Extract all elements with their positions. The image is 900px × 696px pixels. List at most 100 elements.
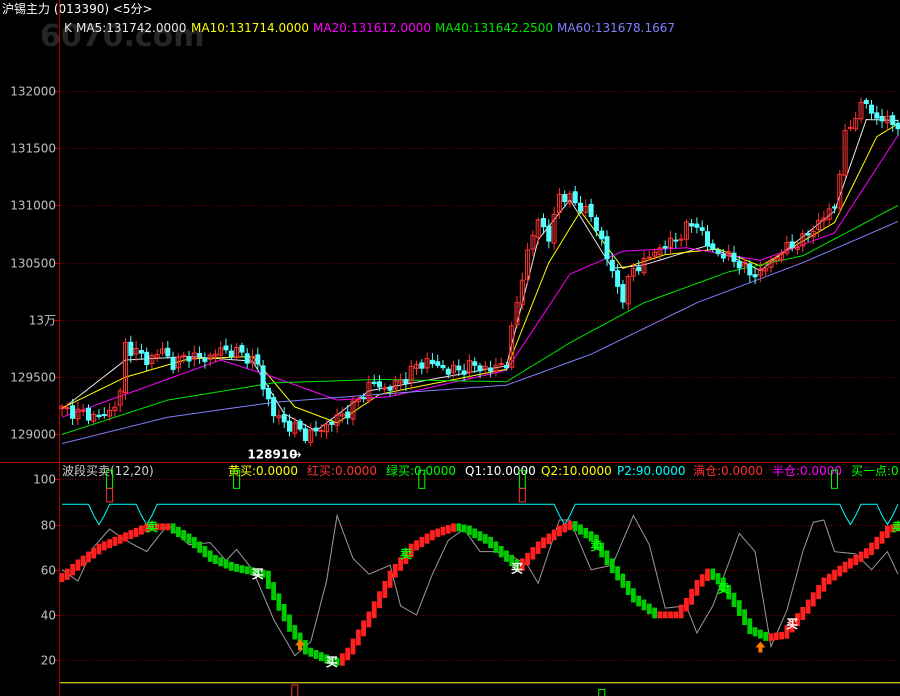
candle-body — [662, 246, 668, 249]
band-bar-up — [768, 633, 774, 641]
candle-body — [678, 238, 684, 241]
band-bar-up — [445, 525, 451, 534]
ma-legend-item: MA20:131612.0000 — [313, 21, 431, 35]
candle-body — [546, 225, 552, 242]
band-bar-up — [530, 547, 536, 560]
candle-body — [228, 350, 234, 358]
band-bar-down — [276, 593, 282, 611]
candle-body — [440, 365, 446, 369]
candle-body — [541, 218, 546, 228]
candle-body — [197, 353, 203, 357]
candle-body — [789, 241, 795, 248]
band-bar-down — [572, 521, 578, 532]
candle-body — [223, 345, 229, 351]
y-tick-label: 60 — [41, 564, 56, 578]
candle-body — [863, 100, 869, 104]
band-bar-up — [80, 555, 86, 567]
band-bar-down — [646, 603, 652, 615]
band-bar-down — [213, 555, 218, 564]
candle-body — [429, 359, 435, 365]
instrument-code: (013390) — [54, 2, 109, 16]
band-bar-up — [689, 588, 694, 605]
band-bar-up — [430, 530, 435, 541]
band-bar-up — [128, 530, 134, 540]
band-bar-up — [139, 525, 144, 535]
buy-signal: 买 — [326, 655, 338, 669]
band-bar-up — [392, 564, 398, 578]
candle-body — [874, 112, 880, 119]
band-bar-down — [652, 607, 657, 619]
signal-box — [518, 487, 526, 503]
band-bar-up — [879, 531, 885, 544]
candle-body — [869, 104, 874, 114]
band-bar-up — [662, 611, 668, 619]
band-bar-down — [191, 536, 197, 549]
y-tick-label: 131000 — [10, 199, 56, 213]
candle-body — [101, 414, 107, 416]
band-bar-up — [694, 579, 700, 596]
band-bar-up — [424, 533, 430, 544]
band-bar-up — [165, 523, 171, 531]
band-bar-down — [731, 592, 737, 607]
band-bar-up — [440, 526, 446, 536]
candle-body — [615, 270, 621, 287]
band-bar-down — [461, 524, 467, 533]
candle-body — [313, 427, 319, 432]
band-bar-up — [837, 565, 843, 577]
svg-text:沪锡主力 (013390) <5分>: 沪锡主力 (013390) <5分> — [2, 1, 153, 16]
p2-signal-line — [62, 503, 899, 526]
candle-body — [562, 194, 568, 203]
band-bar-up — [567, 521, 573, 531]
sell-signal: 卖 — [400, 546, 412, 561]
candle-body — [260, 365, 266, 390]
band-bar-up — [821, 577, 827, 592]
band-bar-up — [668, 611, 673, 619]
band-bar-up — [557, 525, 562, 537]
band-bar-down — [234, 564, 239, 572]
band-bar-up — [885, 525, 890, 538]
candle-body — [715, 249, 721, 255]
candle-body — [588, 203, 594, 218]
band-bar-down — [752, 627, 758, 637]
candle-body — [170, 357, 176, 370]
band-bar-down — [170, 523, 176, 534]
indicator-y-axis: 100 80 60 40 20 — [33, 473, 60, 668]
candle-body — [244, 353, 250, 364]
band-bar-down — [578, 524, 583, 535]
indicator-bars — [59, 521, 900, 666]
band-bar-up — [345, 647, 351, 661]
band-bar-up — [657, 611, 663, 619]
band-bar-down — [176, 526, 181, 537]
band-bar-up — [541, 537, 546, 549]
band-bar-down — [742, 609, 747, 626]
band-bar-up — [773, 632, 779, 641]
band-bar-up — [75, 559, 81, 571]
band-bar-down — [604, 550, 610, 566]
buy-signal: 买 — [252, 567, 264, 581]
candle-body — [202, 357, 208, 362]
band-bar-down — [747, 618, 753, 635]
band-bar-up — [562, 523, 568, 533]
y-tick-label: 13万 — [29, 314, 56, 328]
band-bar-up — [123, 532, 128, 542]
band-bar-up — [848, 558, 853, 569]
band-bar-up — [858, 551, 864, 562]
signal-box — [598, 688, 606, 696]
buy-signal: 买 — [786, 617, 798, 631]
band-bar-down — [493, 541, 499, 553]
band-bar-down — [308, 647, 314, 657]
band-bar-up — [678, 604, 684, 619]
candle-body — [890, 115, 896, 125]
candle-body — [186, 356, 192, 362]
band-bar-up — [546, 533, 552, 545]
sell-signal: 卖 — [590, 538, 602, 553]
candle-body — [477, 365, 483, 372]
candle-body — [747, 263, 753, 276]
y-tick-label: 129000 — [10, 428, 56, 442]
band-bar-up — [112, 536, 118, 546]
indicator-legend-item: 买一点:0.0000 — [851, 464, 900, 478]
band-bar-down — [223, 559, 229, 569]
k-label: K — [64, 21, 73, 35]
candle-body — [599, 230, 605, 240]
y-tick-label: 129500 — [10, 371, 56, 385]
